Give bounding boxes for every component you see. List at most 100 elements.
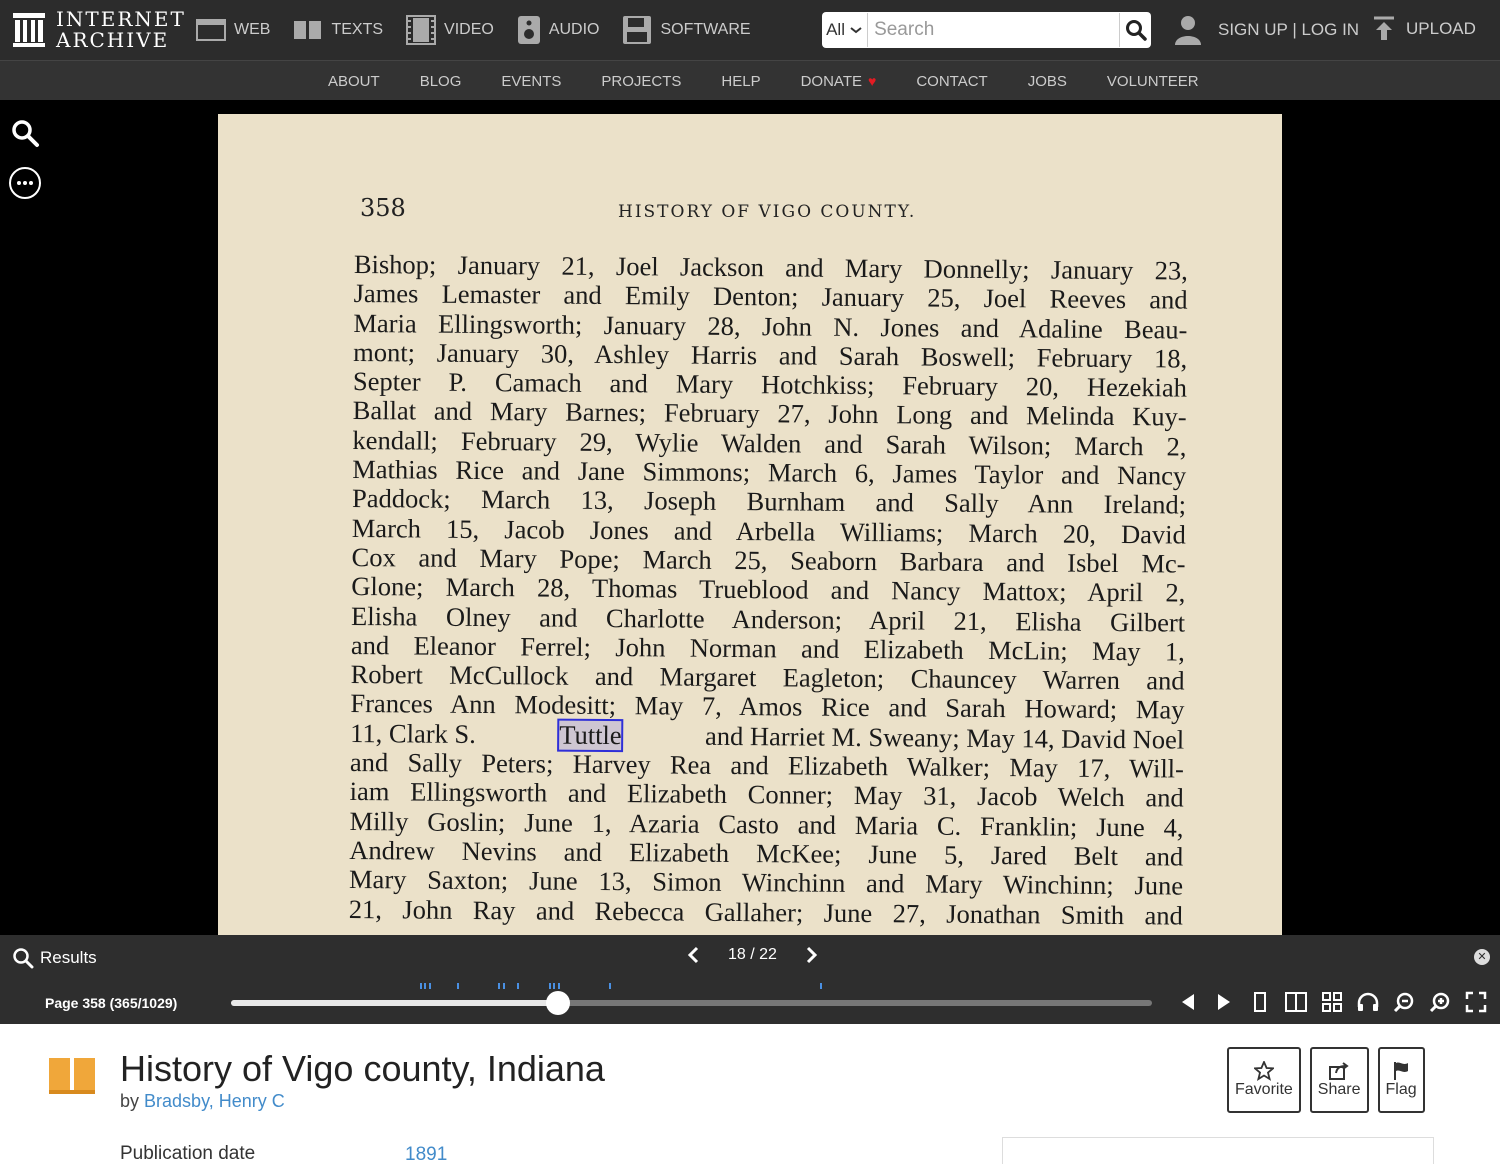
more-options-icon — [9, 167, 41, 199]
search-hit-marker[interactable] — [419, 983, 422, 989]
search-button[interactable] — [1119, 13, 1151, 47]
prev-page-button[interactable] — [1170, 989, 1206, 1015]
subnav-events[interactable]: EVENTS — [501, 73, 561, 90]
prev-result-button[interactable] — [686, 945, 702, 965]
fullscreen-button[interactable] — [1458, 989, 1494, 1015]
reader-search-button[interactable] — [8, 116, 42, 150]
web-icon — [196, 19, 226, 41]
subnav-volunteer[interactable]: VOLUNTEER — [1107, 73, 1199, 90]
flag-label: Flag — [1385, 1081, 1417, 1098]
search-hit-marker[interactable] — [553, 983, 556, 989]
search-hit-marker[interactable] — [608, 983, 611, 989]
two-page-view-button[interactable] — [1278, 989, 1314, 1015]
subnav-contact[interactable]: CONTACT — [916, 73, 987, 90]
search-hit-marker[interactable] — [498, 983, 501, 989]
one-page-view-button[interactable] — [1242, 989, 1278, 1015]
search-results-bar: Results 18 / 22 ✕ — [0, 935, 1500, 981]
zoom-out-button[interactable] — [1386, 989, 1422, 1015]
subnav-donate[interactable]: DONATE ♥ — [801, 73, 877, 90]
subnav-projects[interactable]: PROJECTS — [601, 73, 681, 90]
media-audio-label: AUDIO — [548, 21, 600, 38]
page-running-head: HISTORY OF VIGO COUNTY. — [618, 202, 917, 222]
thumbnail-view-button[interactable] — [1314, 989, 1350, 1015]
search-input[interactable] — [868, 13, 1120, 47]
upload-label: UPLOAD — [1406, 19, 1476, 38]
headphones-icon — [1357, 992, 1379, 1011]
results-pager: 18 / 22 — [686, 945, 819, 965]
upload-icon — [1374, 16, 1394, 40]
share-button[interactable]: Share — [1309, 1047, 1369, 1113]
auth-links[interactable]: SIGN UP | LOG IN — [1174, 14, 1359, 46]
triangle-right-icon — [1218, 994, 1230, 1010]
media-audio[interactable]: AUDIO — [517, 15, 600, 45]
triangle-left-icon — [1182, 994, 1194, 1010]
upload-button[interactable]: UPLOAD — [1372, 16, 1476, 42]
search-hit-marker[interactable] — [516, 983, 519, 989]
star-icon — [1253, 1061, 1274, 1081]
media-video[interactable]: VIDEO — [406, 15, 494, 45]
search-hit-marker[interactable] — [502, 983, 505, 989]
subnav-help[interactable]: HELP — [721, 73, 760, 90]
page-slider[interactable] — [231, 983, 1152, 1015]
fullscreen-icon — [1465, 991, 1487, 1013]
text-fragment: 11, Clark S. — [350, 717, 476, 749]
text-line: 21, John Ray and Rebecca Gallaher; June … — [348, 893, 1183, 931]
search-scope-select[interactable]: All — [822, 13, 869, 47]
flag-icon — [1394, 1062, 1409, 1080]
media-texts-label: TEXTS — [331, 21, 384, 38]
publication-date-label: Publication date — [120, 1143, 256, 1164]
page-indicator: Page 358 (365/1029) — [45, 995, 178, 1011]
item-details: History of Vigo county, Indiana by Brads… — [0, 1024, 1500, 1164]
heart-icon: ♥ — [868, 73, 877, 89]
next-result-button[interactable] — [803, 945, 819, 965]
zoom-in-button[interactable] — [1422, 989, 1458, 1015]
subnav-blog[interactable]: BLOG — [420, 73, 462, 90]
media-software-label: SOFTWARE — [660, 21, 751, 38]
search-hit-marker[interactable] — [820, 983, 823, 989]
media-web[interactable]: WEB — [196, 19, 270, 41]
two-page-icon — [1285, 992, 1307, 1012]
reader-more-button[interactable] — [8, 166, 42, 200]
subnav-jobs[interactable]: JOBS — [1028, 73, 1067, 90]
page-text: Bishop; January 21, Joel Jackson and Mar… — [348, 249, 1188, 931]
search-icon — [13, 948, 34, 969]
next-page-button[interactable] — [1206, 989, 1242, 1015]
reader-nav-bar: Page 358 (365/1029) — [0, 981, 1500, 1024]
search-scope-value: All — [826, 20, 845, 39]
zoom-in-icon — [1429, 992, 1450, 1013]
favorite-label: Favorite — [1235, 1081, 1293, 1098]
favorite-button[interactable]: Favorite — [1227, 1047, 1301, 1113]
search-icon — [12, 120, 39, 147]
logo-text: INTERNET ARCHIVE — [56, 9, 186, 51]
chevron-down-icon — [850, 27, 862, 34]
search-hit-marker[interactable] — [557, 983, 560, 989]
search-hit-marker[interactable] — [429, 983, 431, 989]
search-hit-marker[interactable] — [548, 983, 551, 989]
side-panel — [1002, 1137, 1434, 1164]
search-hit-marker[interactable] — [424, 983, 427, 989]
flag-button[interactable]: Flag — [1377, 1047, 1425, 1113]
results-toggle[interactable]: Results — [12, 947, 97, 969]
open-book-icon — [49, 1058, 95, 1094]
page-slider-handle[interactable] — [545, 991, 570, 1015]
media-web-label: WEB — [234, 21, 271, 38]
subnav-about[interactable]: ABOUT — [328, 73, 380, 90]
close-results-button[interactable]: ✕ — [1474, 949, 1490, 965]
page-number: 358 — [360, 194, 406, 222]
book-page: 358 HISTORY OF VIGO COUNTY. Bishop; Janu… — [218, 114, 1282, 935]
author-link[interactable]: Bradsby, Henry C — [144, 1091, 285, 1111]
search-hit-highlight[interactable]: Tuttle — [557, 718, 624, 753]
logo-line-2: ARCHIVE — [56, 28, 170, 52]
publication-date-link[interactable]: 1891 — [405, 1144, 447, 1164]
reader-controls — [1170, 989, 1494, 1015]
search-hit-marker[interactable] — [456, 983, 459, 989]
media-nav: WEB TEXTS VIDEO AUDIO SOFTWARE — [196, 12, 774, 48]
video-icon — [406, 15, 437, 45]
grid-icon — [1322, 992, 1342, 1012]
media-texts[interactable]: TEXTS — [293, 19, 383, 41]
read-aloud-button[interactable] — [1350, 989, 1386, 1015]
signup-login-link[interactable]: SIGN UP | LOG IN — [1218, 20, 1359, 40]
item-byline: by Bradsby, Henry C — [120, 1091, 285, 1112]
media-software[interactable]: SOFTWARE — [622, 15, 751, 45]
internet-archive-logo[interactable]: INTERNET ARCHIVE — [12, 9, 186, 51]
